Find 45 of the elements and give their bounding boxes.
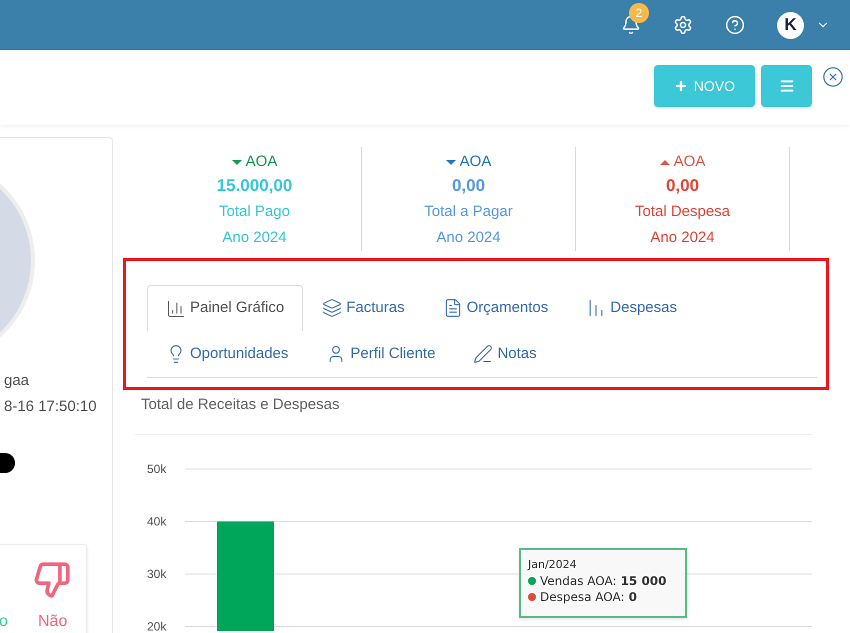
tooltip-title: Jan/2024: [528, 556, 578, 572]
stat-label: Total a Pagar: [424, 202, 513, 222]
currency-label: AOA: [674, 152, 706, 172]
tab[interactable]: Despesas: [567, 285, 696, 331]
y-tick-label: 40k: [147, 514, 166, 528]
settings-icon[interactable]: [673, 15, 693, 35]
tooltip-label: Vendas AOA:: [540, 572, 617, 588]
stat-amount: 0,00: [452, 174, 486, 196]
menu-icon: [778, 78, 794, 94]
user-avatar[interactable]: K: [777, 12, 804, 38]
tab[interactable]: Perfil Cliente: [307, 331, 454, 377]
stat-label: Total Despesa: [634, 202, 730, 222]
created-date: 8-16 17:50:10: [3, 397, 97, 417]
y-tick-label: 50k: [147, 462, 166, 476]
stat-label: Total Pago: [219, 202, 290, 222]
tab[interactable]: Painel Gráfico: [147, 285, 304, 331]
currency-label: AOA: [246, 152, 278, 172]
tab[interactable]: Oportunidades: [147, 331, 308, 377]
tooltip-value: 15 000: [620, 572, 667, 588]
tab[interactable]: Notas: [454, 331, 556, 377]
stat-period: Ano 2024: [650, 228, 715, 248]
stat-period: Ano 2024: [222, 228, 287, 248]
vote-label: Não: [38, 612, 68, 632]
chart-icon: [166, 298, 186, 318]
stat-amount: 0,00: [666, 174, 700, 196]
notes-icon: [473, 344, 494, 364]
tab[interactable]: Orçamentos: [424, 285, 568, 331]
y-tick-label: 20k: [147, 619, 166, 630]
notification-badge: 2: [629, 3, 649, 23]
tooltip-value: 0: [628, 588, 637, 604]
stat-amount: 15.000,00: [216, 174, 292, 196]
currency-label: AOA: [460, 152, 492, 172]
stat-period: Ano 2024: [436, 228, 501, 248]
invoices-icon: [322, 298, 342, 318]
tooltip-label: Despesa AOA:: [540, 588, 625, 604]
thumbs-down-icon[interactable]: [33, 561, 71, 599]
notification-bell-icon[interactable]: [621, 15, 641, 35]
client-name: gaa: [3, 371, 30, 391]
help-icon[interactable]: [725, 15, 745, 35]
plus-icon: [674, 79, 688, 93]
close-icon[interactable]: [822, 66, 844, 88]
tab[interactable]: Facturas: [303, 285, 424, 331]
y-tick-label: 30k: [147, 566, 166, 580]
chart-title: Total de Receitas e Despesas: [141, 395, 340, 415]
vote-label: o: [0, 612, 8, 632]
